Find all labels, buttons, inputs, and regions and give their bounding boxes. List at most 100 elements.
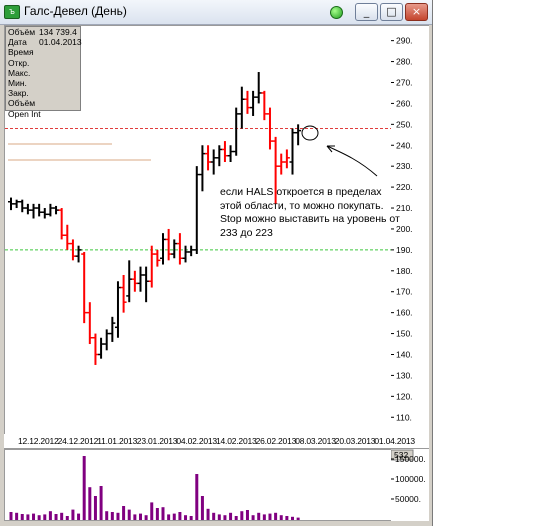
ohlc-bar[interactable] <box>98 337 105 359</box>
minimize-button[interactable]: _ <box>355 3 378 21</box>
ohlc-bar[interactable] <box>261 90 268 121</box>
ohlc-bar[interactable] <box>278 153 285 175</box>
info-value: 134 739.4 <box>39 27 77 37</box>
x-tick-label: 01.04.2013 <box>374 436 415 446</box>
ohlc-bar[interactable] <box>188 245 195 257</box>
ohlc-bar[interactable] <box>81 251 88 324</box>
ohlc-bar[interactable] <box>75 245 82 263</box>
bar-info-panel: Объём 134 739.4 Дата 01.04.2013 Время Откр. Ма… <box>5 26 82 119</box>
y-tick-label: 130. <box>396 370 413 380</box>
close-button[interactable]: × <box>405 3 428 21</box>
x-tick-label: 11.01.2013 <box>97 436 137 446</box>
ohlc-bar[interactable] <box>137 266 144 292</box>
x-tick-label: 08.03.2013 <box>295 436 336 446</box>
info-label: Закр. <box>8 88 29 99</box>
ohlc-bar[interactable] <box>103 329 110 351</box>
ohlc-bar[interactable] <box>295 124 302 146</box>
ohlc-bar[interactable] <box>182 245 189 263</box>
info-row: Мин. <box>6 78 80 88</box>
ohlc-bar[interactable] <box>8 197 14 211</box>
y-tick-label: 290. <box>396 36 413 46</box>
volume-chart <box>9 456 300 520</box>
volume-chart-area[interactable] <box>4 449 392 521</box>
y-tick-label: 280. <box>396 57 413 67</box>
ohlc-bar[interactable] <box>148 245 155 288</box>
title-bar[interactable]: Ъ Галс-Девел (День) _ □ × <box>0 0 432 25</box>
ohlc-bar[interactable] <box>120 274 127 313</box>
x-tick-label: 04.02.2013 <box>176 436 217 446</box>
ohlc-bar[interactable] <box>126 260 133 303</box>
ohlc-bar[interactable] <box>210 149 217 175</box>
ohlc-bar[interactable] <box>58 208 65 240</box>
ohlc-bar[interactable] <box>227 145 234 162</box>
ohlc-bar[interactable] <box>193 166 200 255</box>
y-tick-label: 120. <box>396 391 413 401</box>
volume-axis-labels: 532150000.100000.50000. <box>391 449 426 504</box>
ohlc-bar[interactable] <box>283 149 290 169</box>
ohlc-bar[interactable] <box>289 128 296 175</box>
info-row: Объём 134 739.4 <box>6 27 80 37</box>
ohlc-bar[interactable] <box>160 233 167 265</box>
ohlc-bar[interactable] <box>154 249 161 267</box>
analysis-note: если HALS откроется в пределах этой обла… <box>220 186 400 239</box>
ohlc-bar[interactable] <box>205 145 212 171</box>
info-row: Закр. <box>6 88 80 98</box>
x-tick-label: 12.12.2012 <box>18 436 59 446</box>
y-tick-label: 240. <box>396 140 413 150</box>
ohlc-bar[interactable] <box>221 141 228 162</box>
info-label: Open Int <box>8 108 41 119</box>
ohlc-bar[interactable] <box>176 233 183 265</box>
ohlc-bar[interactable] <box>13 199 20 209</box>
ohlc-bar[interactable] <box>36 203 43 217</box>
ohlc-bar[interactable] <box>24 203 31 215</box>
y-tick-label: 190. <box>396 245 413 255</box>
volume-axis[interactable]: 532 150000. 100000. 50000. <box>391 449 429 521</box>
ohlc-bar[interactable] <box>244 90 251 114</box>
ohlc-bar[interactable] <box>64 224 71 250</box>
ohlc-bar[interactable] <box>143 266 150 303</box>
y-tick-label: 150. <box>396 329 413 339</box>
info-row: Open Int <box>6 109 80 119</box>
info-label: Время <box>8 47 34 58</box>
ohlc-bar[interactable] <box>238 86 245 129</box>
volume-tick-label: 50000. <box>395 494 421 504</box>
ohlc-bar[interactable] <box>171 239 178 259</box>
ohlc-bar[interactable] <box>255 72 262 104</box>
ohlc-bar[interactable] <box>233 107 240 156</box>
ohlc-bar[interactable] <box>114 281 121 338</box>
y-tick-label: 180. <box>396 266 413 276</box>
info-label: Откр. <box>8 57 30 68</box>
y-tick-label: 230. <box>396 161 413 171</box>
maximize-button[interactable]: □ <box>380 3 403 21</box>
ohlc-bar[interactable] <box>216 145 223 167</box>
date-axis-labels: 12.12.2012 24.12.2012 11.01.2013 23.01.2013… <box>18 436 416 446</box>
ohlc-bar[interactable] <box>131 270 138 292</box>
volume-tick-label: 150000. <box>395 454 426 464</box>
arrow-annotation <box>326 145 378 177</box>
date-axis[interactable]: 12.12.2012 24.12.2012 11.01.2013 23.01.2013… <box>4 434 429 449</box>
ohlc-bar[interactable] <box>86 302 93 345</box>
connection-status-icon <box>330 6 343 19</box>
x-tick-label: 24.12.2012 <box>58 436 99 446</box>
ohlc-bar[interactable] <box>199 145 206 192</box>
ohlc-bar[interactable] <box>47 203 54 217</box>
chart-window: Ъ Галс-Девел (День) _ □ × 290. 280. 270. 26… <box>0 0 433 526</box>
y-tick-label: 110. <box>396 412 412 422</box>
ohlc-bar[interactable] <box>53 205 60 215</box>
ohlc-bar[interactable] <box>165 228 172 261</box>
y-tick-label: 160. <box>396 308 413 318</box>
ohlc-bar[interactable] <box>250 90 257 116</box>
y-tick-label: 270. <box>396 77 413 87</box>
volume-tick-label: 100000. <box>395 474 426 484</box>
window-title: Галс-Девел (День) <box>24 4 127 18</box>
x-tick-label: 14.02.2013 <box>216 436 257 446</box>
ohlc-bar[interactable] <box>41 208 48 219</box>
ohlc-bar[interactable] <box>30 203 37 219</box>
ohlc-bar[interactable] <box>92 333 99 365</box>
ohlc-bar[interactable] <box>19 199 26 213</box>
ohlc-bar[interactable] <box>109 316 116 342</box>
info-label: Дата <box>8 37 27 48</box>
y-tick-label: 170. <box>396 287 413 297</box>
info-label: Макс. <box>8 67 31 78</box>
info-label: Объём <box>8 98 36 109</box>
